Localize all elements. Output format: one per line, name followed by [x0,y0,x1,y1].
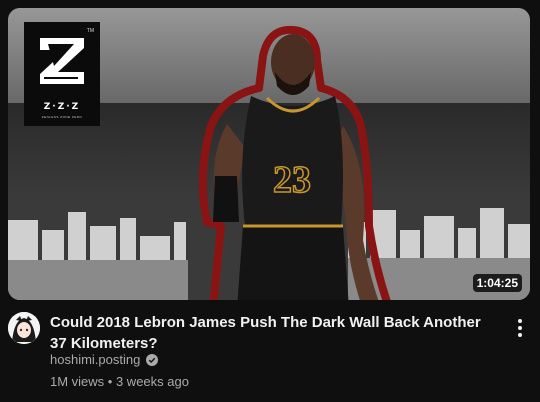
video-card[interactable]: TM Z·Z·Z ZENLESS ZONE ZERO 23 1:04:25 Co… [0,0,540,402]
meta-separator: • [104,374,116,389]
channel-name[interactable]: hoshimi.posting [50,352,140,367]
zzz-logo-mark-icon [40,38,84,84]
avatar-illustration-icon [8,312,40,344]
logo-subtext: ZENLESS ZONE ZERO [41,115,83,119]
channel-avatar[interactable] [8,312,40,344]
video-metadata: 1M views • 3 weeks ago [50,374,189,389]
video-title[interactable]: Could 2018 Lebron James Push The Dark Wa… [50,312,490,354]
logo-text: Z·Z·Z [43,102,81,112]
zzz-logo: TM Z·Z·Z ZENLESS ZONE ZERO [24,22,100,126]
duration-badge: 1:04:25 [472,274,522,292]
channel-row[interactable]: hoshimi.posting [50,352,159,367]
view-count: 1M views [50,374,105,389]
upload-age: 3 weeks ago [115,374,189,389]
jersey-number: 23 [272,158,312,202]
video-thumbnail[interactable]: TM Z·Z·Z ZENLESS ZONE ZERO 23 1:04:25 [8,8,530,300]
more-vert-icon[interactable] [510,316,530,340]
verified-check-icon [146,353,159,366]
